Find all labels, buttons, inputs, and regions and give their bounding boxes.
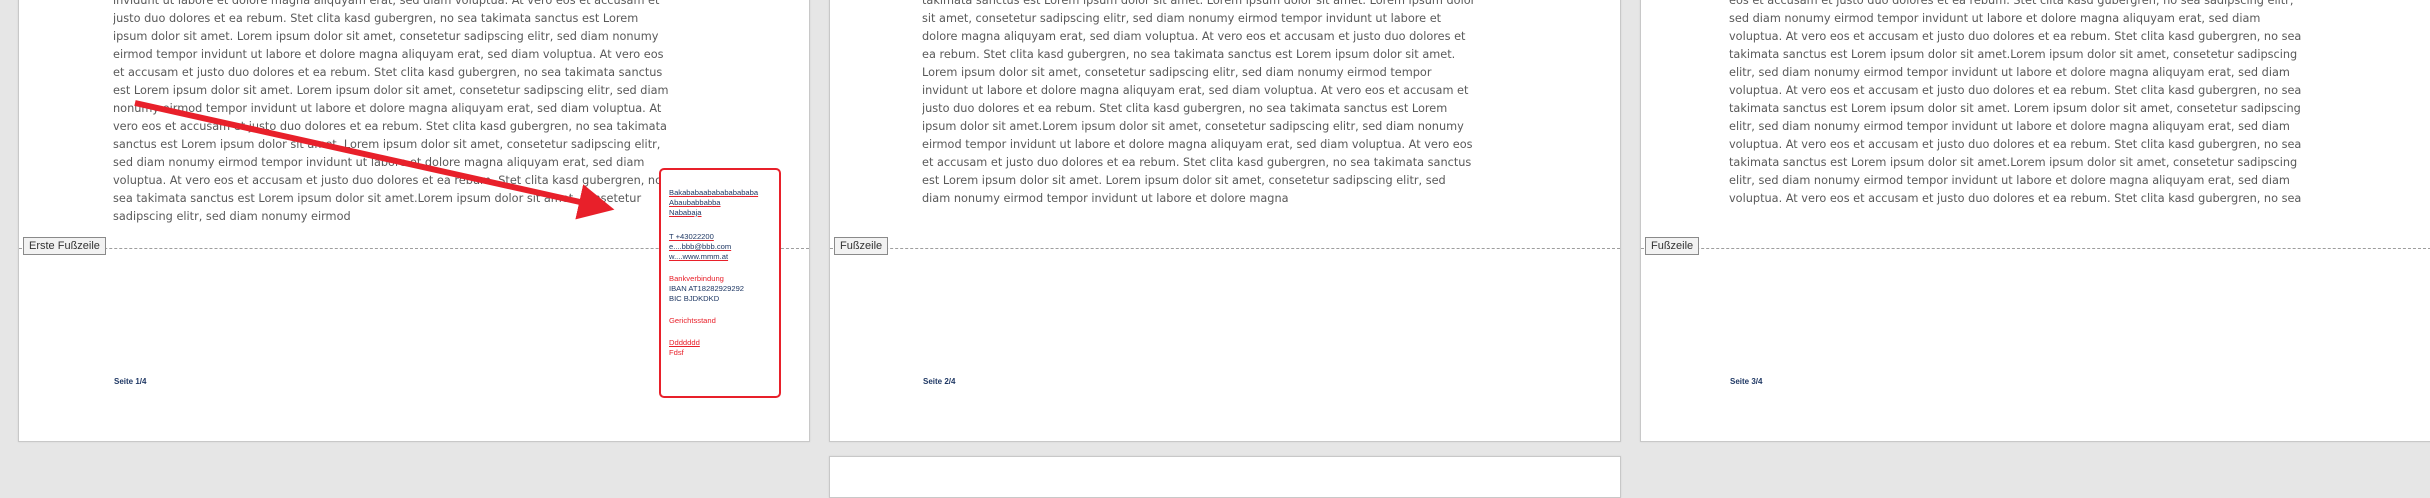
document-page-1: invidunt ut labore et dolore magna aliqu… [18,0,810,442]
footer-address-callout[interactable]: Bakababaababababababa Abaubabbabba Nabab… [659,168,781,398]
footer-label-tag[interactable]: Erste Fußzeile [23,237,106,255]
bank-heading: Bankverbindung [669,274,724,283]
extra-line: Fdsf [669,348,684,357]
page-number: Seite 3/4 [1730,377,1763,386]
document-page-4 [829,456,1621,498]
iban-line: IBAN AT18282929292 [669,284,745,293]
address-line: Abaubabbabba [669,198,721,207]
phone-line: T +43022200 [669,232,714,241]
footer-address-block: Bakababaababababababa Abaubabbabba Nabab… [669,188,775,358]
page-body-text[interactable]: eos et accusam et justo duo dolores et e… [1729,0,2314,238]
footer-boundary [1641,248,2430,249]
address-line: Bakababaababababababa [669,188,759,197]
page-number: Seite 1/4 [114,377,147,386]
address-line: Nababaja [669,208,702,217]
extra-line: Ddddddd [669,338,700,347]
footer-label-tag[interactable]: Fußzeile [834,237,889,255]
footer-boundary [830,248,1620,249]
document-page-2: takimata sanctus est Lorem ipsum dolor s… [829,0,1621,442]
page-number: Seite 2/4 [923,377,956,386]
page-body-text[interactable]: invidunt ut labore et dolore magna aliqu… [113,0,673,238]
web-line[interactable]: w....www.mmm.at [669,252,775,262]
page-body-text[interactable]: takimata sanctus est Lorem ipsum dolor s… [922,0,1477,238]
court-line: Gerichtsstand [669,316,716,325]
footer-label-tag[interactable]: Fußzeile [1645,237,1700,255]
document-page-3: eos et accusam et justo duo dolores et e… [1640,0,2430,442]
email-line[interactable]: e....bbb@bbb.com [669,242,775,252]
bic-line: BIC BJDKDKD [669,294,720,303]
